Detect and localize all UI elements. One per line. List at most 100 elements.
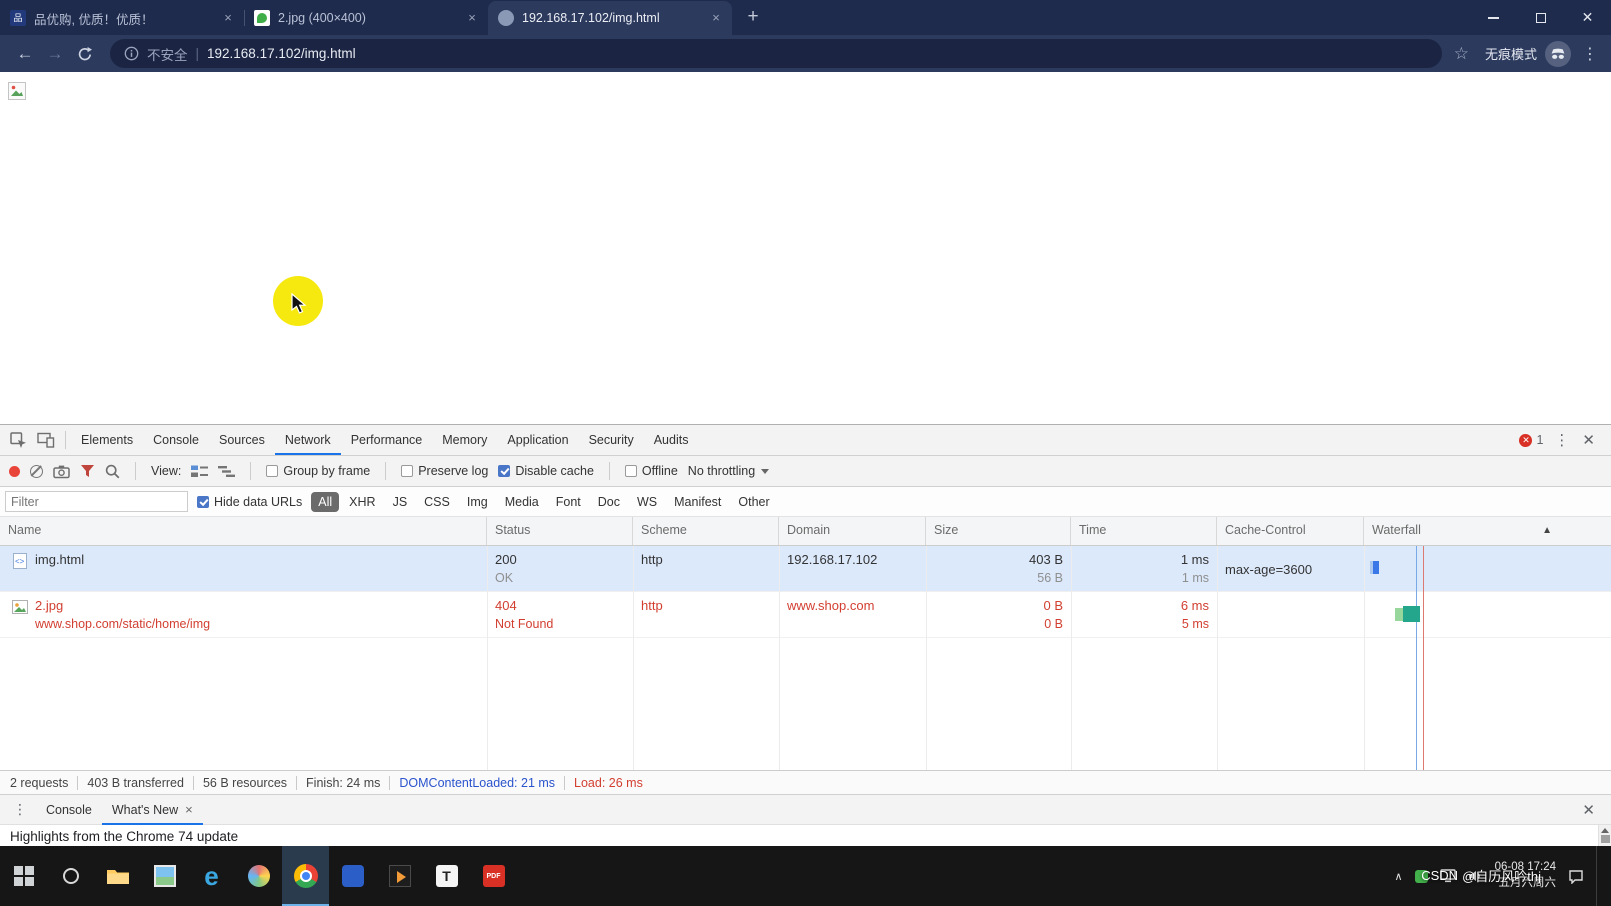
clear-button[interactable] bbox=[30, 465, 43, 478]
filter-pill-font[interactable]: Font bbox=[549, 492, 588, 512]
browser-tab-image[interactable]: 2.jpg (400×400) × bbox=[244, 1, 488, 35]
column-header-cache-control[interactable]: Cache-Control bbox=[1217, 517, 1364, 545]
throttling-select[interactable]: No throttling bbox=[688, 464, 769, 478]
scroll-up-icon[interactable] bbox=[1601, 828, 1609, 833]
filter-pill-xhr[interactable]: XHR bbox=[342, 492, 382, 512]
close-whats-new-icon[interactable]: × bbox=[185, 795, 193, 825]
request-path bbox=[35, 570, 84, 588]
minimize-icon bbox=[1488, 17, 1499, 19]
file-explorer-button[interactable] bbox=[94, 846, 141, 906]
cortana-icon bbox=[63, 868, 79, 884]
scrollbar[interactable] bbox=[1598, 825, 1611, 846]
tab-audits[interactable]: Audits bbox=[644, 425, 699, 455]
show-desktop-button[interactable] bbox=[1596, 846, 1601, 906]
use-large-rows-icon[interactable] bbox=[191, 465, 208, 478]
column-header-scheme[interactable]: Scheme bbox=[633, 517, 779, 545]
filter-pill-media[interactable]: Media bbox=[498, 492, 546, 512]
search-icon[interactable] bbox=[105, 464, 120, 479]
media-player-button[interactable] bbox=[376, 846, 423, 906]
start-button[interactable] bbox=[0, 846, 47, 906]
filter-pill-doc[interactable]: Doc bbox=[591, 492, 627, 512]
windows-taskbar: e ∧ 06-08 17:24 五月六周六 CSDN @自历风吟thj bbox=[0, 846, 1611, 906]
tab-close-icon[interactable]: × bbox=[708, 10, 724, 26]
tab-security[interactable]: Security bbox=[579, 425, 644, 455]
pdf-app-button[interactable] bbox=[470, 846, 517, 906]
tab-close-icon[interactable]: × bbox=[220, 10, 236, 26]
status-text: OK bbox=[495, 570, 625, 588]
photo-viewer-button[interactable] bbox=[141, 846, 188, 906]
filter-pill-img[interactable]: Img bbox=[460, 492, 495, 512]
browser-tab-pinyougou[interactable]: 品 品优购, 优质！优质！ × bbox=[0, 1, 244, 35]
browser-tab-imghtml-active[interactable]: 192.168.17.102/img.html × bbox=[488, 1, 732, 35]
tab-console[interactable]: Console bbox=[143, 425, 209, 455]
paint-app-button[interactable] bbox=[235, 846, 282, 906]
drawer-tab-console[interactable]: Console bbox=[36, 795, 102, 825]
drawer-close-icon[interactable]: ✕ bbox=[1582, 801, 1607, 819]
back-button[interactable]: ← bbox=[10, 39, 40, 69]
filter-funnel-icon[interactable] bbox=[80, 464, 95, 478]
bookmark-star-icon[interactable]: ☆ bbox=[1454, 44, 1469, 64]
drawer-tab-whats-new[interactable]: What's New × bbox=[102, 795, 203, 825]
tab-sources[interactable]: Sources bbox=[209, 425, 275, 455]
maximize-button[interactable] bbox=[1517, 0, 1564, 35]
divider bbox=[385, 462, 386, 480]
hide-data-urls-checkbox[interactable]: Hide data URLs bbox=[197, 495, 302, 509]
tab-application[interactable]: Application bbox=[497, 425, 578, 455]
error-badge[interactable]: ✕ 1 bbox=[1519, 433, 1543, 447]
record-button[interactable] bbox=[9, 466, 20, 477]
column-header-time[interactable]: Time bbox=[1071, 517, 1217, 545]
tray-app-icon[interactable] bbox=[1415, 870, 1428, 883]
tab-memory[interactable]: Memory bbox=[432, 425, 497, 455]
search-button[interactable] bbox=[47, 846, 94, 906]
request-row-2jpg[interactable]: 2.jpg www.shop.com/static/home/img 404 N… bbox=[0, 592, 1611, 638]
devtools-panel: Elements Console Sources Network Perform… bbox=[0, 424, 1611, 846]
tab-close-icon[interactable]: × bbox=[464, 10, 480, 26]
monitor-icon[interactable] bbox=[1440, 869, 1456, 883]
tab-network[interactable]: Network bbox=[275, 425, 341, 455]
tab-elements[interactable]: Elements bbox=[71, 425, 143, 455]
checkbox-checked-icon bbox=[498, 465, 510, 477]
column-header-name[interactable]: Name bbox=[0, 517, 487, 545]
column-header-size[interactable]: Size bbox=[926, 517, 1071, 545]
divider bbox=[135, 462, 136, 480]
browser-menu-icon[interactable]: ⋮ bbox=[1579, 44, 1601, 64]
filter-pill-manifest[interactable]: Manifest bbox=[667, 492, 728, 512]
typora-button[interactable] bbox=[423, 846, 470, 906]
action-center-icon[interactable] bbox=[1568, 869, 1584, 884]
tab-performance[interactable]: Performance bbox=[341, 425, 433, 455]
chrome-button-active[interactable] bbox=[282, 846, 329, 906]
filter-pill-css[interactable]: CSS bbox=[417, 492, 457, 512]
drawer-menu-icon[interactable]: ⋮ bbox=[4, 801, 36, 818]
devtools-close-icon[interactable]: ✕ bbox=[1580, 431, 1597, 449]
group-by-frame-checkbox[interactable]: Group by frame bbox=[266, 464, 370, 478]
show-overview-icon[interactable] bbox=[218, 465, 235, 478]
device-toolbar-button[interactable] bbox=[32, 427, 60, 453]
filter-pill-js[interactable]: JS bbox=[386, 492, 415, 512]
filter-pill-ws[interactable]: WS bbox=[630, 492, 664, 512]
scrollbar-thumb[interactable] bbox=[1601, 835, 1610, 843]
volume-icon[interactable] bbox=[1468, 869, 1483, 883]
column-header-status[interactable]: Status bbox=[487, 517, 633, 545]
filter-input[interactable] bbox=[5, 491, 188, 512]
column-header-domain[interactable]: Domain bbox=[779, 517, 926, 545]
inspect-element-button[interactable] bbox=[4, 427, 32, 453]
column-header-waterfall[interactable]: Waterfall ▲ bbox=[1364, 517, 1611, 545]
dev-tool-app-button[interactable] bbox=[329, 846, 376, 906]
scheme-cell: http bbox=[633, 592, 779, 637]
devtools-menu-icon[interactable]: ⋮ bbox=[1552, 431, 1571, 449]
hidden-icons-chevron[interactable]: ∧ bbox=[1395, 870, 1403, 883]
filter-pill-other[interactable]: Other bbox=[731, 492, 776, 512]
preserve-log-checkbox[interactable]: Preserve log bbox=[401, 464, 488, 478]
offline-checkbox[interactable]: Offline bbox=[625, 464, 678, 478]
new-tab-button[interactable]: + bbox=[740, 5, 766, 31]
filter-pill-all[interactable]: All bbox=[311, 492, 339, 512]
taskbar-clock[interactable]: 06-08 17:24 五月六周六 bbox=[1495, 860, 1556, 891]
forward-button[interactable]: → bbox=[40, 39, 70, 69]
ie-browser-button[interactable]: e bbox=[188, 846, 235, 906]
disable-cache-checkbox[interactable]: Disable cache bbox=[498, 464, 594, 478]
reload-button[interactable] bbox=[70, 39, 100, 69]
minimize-button[interactable] bbox=[1470, 0, 1517, 35]
close-window-button[interactable]: ✕ bbox=[1564, 0, 1611, 35]
screenshot-camera-icon[interactable] bbox=[53, 464, 70, 479]
address-bar[interactable]: 不安全 | 192.168.17.102/img.html bbox=[110, 39, 1442, 68]
